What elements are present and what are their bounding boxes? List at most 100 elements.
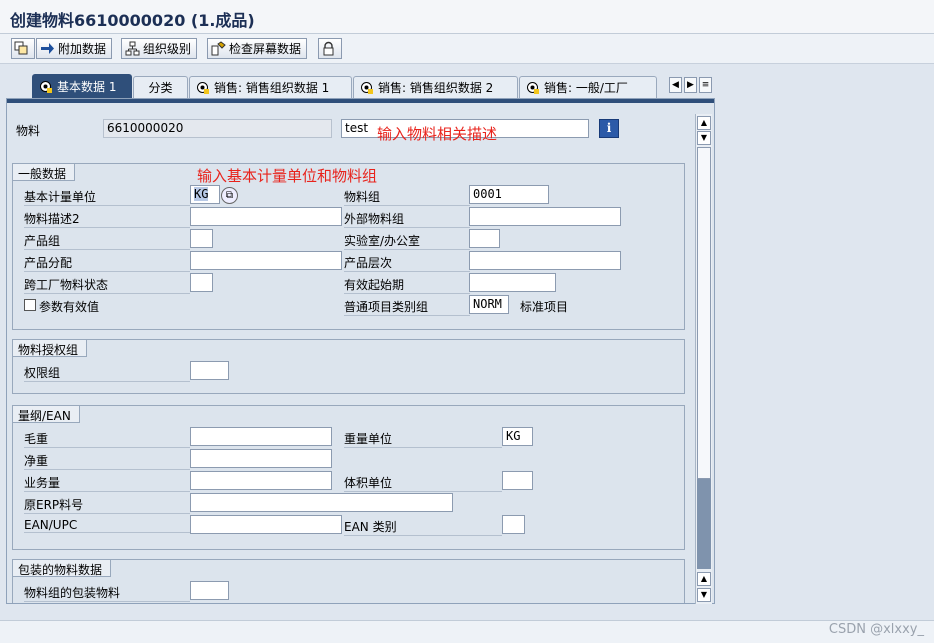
product-hierarchy-input[interactable] — [469, 251, 621, 270]
legacy-number-input[interactable] — [190, 493, 453, 512]
group-title: 包装的物料数据 — [13, 560, 112, 577]
valid-from-input[interactable] — [469, 273, 556, 292]
org-levels-label: 组织级别 — [143, 42, 192, 56]
tab-content-panel: 物料 6610000020 test 输入物料相关描述 i 一般数据 输入基本计… — [6, 98, 715, 604]
cross-plant-status-input[interactable] — [190, 273, 213, 292]
tab-list-icon[interactable]: ≡ — [699, 77, 712, 93]
tab-sales-org-1[interactable]: 销售: 销售组织数据 1 — [189, 76, 352, 98]
packaging-group-input[interactable] — [190, 581, 229, 600]
gen-item-cat-label: 普通项目类别组 — [344, 298, 470, 316]
description2-label: 物料描述2 — [24, 210, 190, 228]
group-title: 量纲/EAN — [13, 406, 80, 423]
tab-label: 基本数据 1 — [57, 80, 117, 94]
param-effectivity-label: 参数有效值 — [39, 300, 100, 314]
tab-scroll-left-icon[interactable]: ◀ — [669, 77, 682, 93]
ean-category-label: EAN 类别 — [344, 518, 502, 536]
scroll-track[interactable] — [697, 479, 711, 569]
valid-from-label: 有效起始期 — [344, 276, 470, 294]
scroll-page-down-icon[interactable]: ▲ — [697, 572, 711, 586]
status-bar — [0, 620, 934, 643]
division-input[interactable] — [190, 229, 213, 248]
ean-upc-input[interactable] — [190, 515, 342, 534]
ean-category-input[interactable] — [502, 515, 525, 534]
scroll-thumb[interactable] — [697, 147, 711, 479]
annotation-description: 输入物料相关描述 — [377, 125, 498, 143]
application-toolbar: 附加数据 组织级别 检查屏幕数据 — [0, 34, 934, 64]
weight-unit-input[interactable]: KG — [502, 427, 533, 446]
tab-basic-data-1[interactable]: 基本数据 1 — [32, 74, 132, 98]
lock-button[interactable] — [318, 38, 342, 59]
ext-material-group-label: 外部物料组 — [344, 210, 470, 228]
auth-group-label: 权限组 — [24, 364, 190, 382]
packaging-group-label: 物料组的包装物料 — [24, 584, 190, 602]
check-screen-data-button[interactable]: 检查屏幕数据 — [207, 38, 308, 59]
f4-help-icon[interactable]: ⧉ — [221, 187, 238, 204]
additional-data-button[interactable]: 附加数据 — [36, 38, 113, 59]
tab-status-icon — [196, 81, 209, 94]
other-view-icon — [14, 41, 29, 56]
param-effectivity-checkbox[interactable] — [24, 299, 36, 311]
tab-sales-org-2[interactable]: 销售: 销售组织数据 2 — [353, 76, 518, 98]
tab-label: 销售: 销售组织数据 2 — [378, 81, 494, 95]
base-uom-label: 基本计量单位 — [24, 188, 190, 206]
gross-weight-label: 毛重 — [24, 430, 190, 448]
gen-item-cat-text: 标准项目 — [520, 300, 569, 314]
gen-item-cat-input[interactable]: NORM — [469, 295, 509, 314]
tab-status-icon — [39, 80, 52, 93]
check-screen-icon — [211, 41, 226, 56]
lock-icon — [321, 41, 336, 56]
volume-label: 业务量 — [24, 474, 190, 492]
material-group-label: 物料组 — [344, 188, 470, 206]
tab-sales-general-plant[interactable]: 销售: 一般/工厂 — [519, 76, 657, 98]
material-label: 物料 — [16, 124, 41, 138]
vertical-scrollbar[interactable]: ▲ ▼ ▲ ▼ — [695, 114, 712, 604]
lab-office-label: 实验室/办公室 — [344, 232, 470, 250]
title-bar: 创建物料6610000020 (1.成品) — [0, 0, 934, 34]
volume-unit-input[interactable] — [502, 471, 533, 490]
cross-plant-status-label: 跨工厂物料状态 — [24, 276, 190, 294]
group-title: 物料授权组 — [13, 340, 88, 357]
tab-status-icon — [526, 81, 539, 94]
weight-unit-label: 重量单位 — [344, 430, 502, 448]
description2-input[interactable] — [190, 207, 342, 226]
product-allocation-input[interactable] — [190, 251, 342, 270]
ext-material-group-input[interactable] — [469, 207, 621, 226]
auth-group-input[interactable] — [190, 361, 229, 380]
product-hierarchy-label: 产品层次 — [344, 254, 470, 272]
scroll-down-icon[interactable]: ▼ — [697, 588, 711, 602]
product-allocation-label: 产品分配 — [24, 254, 190, 272]
legacy-number-label: 原ERP料号 — [24, 496, 190, 514]
group-title: 一般数据 — [13, 164, 76, 181]
annotation-uom-group: 输入基本计量单位和物料组 — [197, 167, 378, 185]
material-number-field: 6610000020 — [103, 119, 332, 138]
base-uom-value: KG — [194, 187, 209, 201]
lab-office-input[interactable] — [469, 229, 500, 248]
tab-strip: 基本数据 1 分类 销售: 销售组织数据 1 销售: 销售组织数据 2 销售: … — [0, 74, 934, 98]
scroll-up-icon[interactable]: ▲ — [697, 116, 711, 130]
volume-input[interactable] — [190, 471, 332, 490]
tab-scroll-right-icon[interactable]: ▶ — [684, 77, 697, 93]
tab-label: 销售: 销售组织数据 1 — [214, 81, 330, 95]
tab-label: 销售: 一般/工厂 — [544, 81, 628, 95]
volume-unit-label: 体积单位 — [344, 474, 502, 492]
check-screen-label: 检查屏幕数据 — [229, 42, 302, 56]
watermark: CSDN @xlxxy_ — [828, 622, 924, 637]
arrow-right-icon — [40, 41, 55, 56]
other-view-button[interactable] — [11, 38, 35, 59]
tab-classification[interactable]: 分类 — [133, 76, 188, 98]
ean-upc-label: EAN/UPC — [24, 518, 190, 533]
division-label: 产品组 — [24, 232, 190, 250]
material-group-input[interactable]: 0001 — [469, 185, 549, 204]
tab-status-icon — [360, 81, 373, 94]
base-uom-input[interactable]: KG — [190, 185, 220, 204]
gross-weight-input[interactable] — [190, 427, 332, 446]
net-weight-input[interactable] — [190, 449, 332, 468]
window-title: 创建物料6610000020 (1.成品) — [10, 11, 255, 30]
hierarchy-icon — [125, 41, 140, 56]
additional-data-label: 附加数据 — [58, 42, 107, 56]
org-levels-button[interactable]: 组织级别 — [121, 38, 198, 59]
scroll-page-up-icon[interactable]: ▼ — [697, 131, 711, 145]
net-weight-label: 净重 — [24, 452, 190, 470]
info-icon[interactable]: i — [599, 119, 619, 138]
tab-label: 分类 — [148, 81, 173, 95]
